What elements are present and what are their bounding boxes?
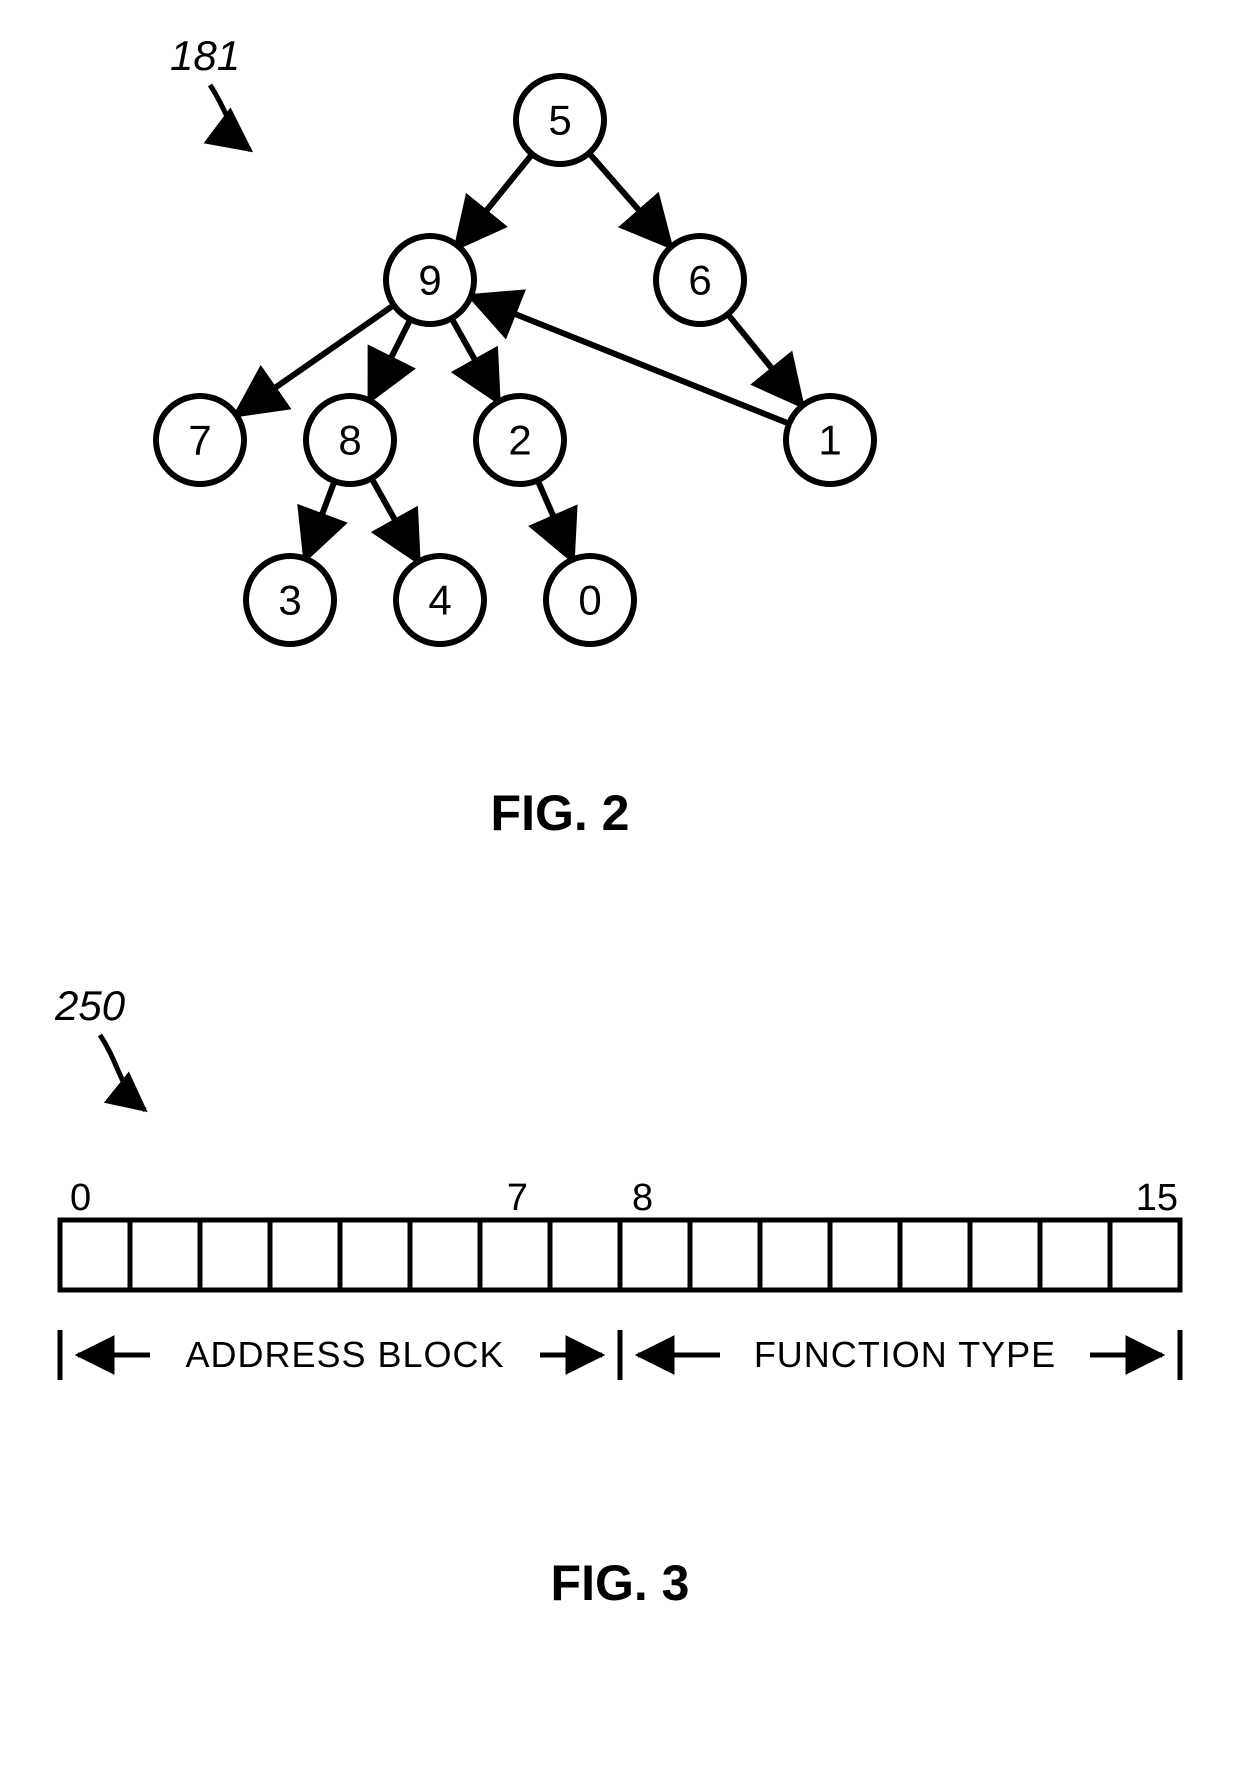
svg-text:6: 6 bbox=[688, 257, 711, 304]
svg-text:2: 2 bbox=[508, 417, 531, 464]
fig2-ref-label: 181 bbox=[170, 32, 240, 79]
node-8: 8 bbox=[306, 396, 394, 484]
svg-text:9: 9 bbox=[418, 257, 441, 304]
fig3-ref-arrow bbox=[100, 1035, 145, 1110]
node-5: 5 bbox=[516, 76, 604, 164]
bit-num-0: 0 bbox=[70, 1177, 91, 1219]
fig3-caption: FIG. 3 bbox=[551, 1555, 690, 1611]
address-block-label: ADDRESS BLOCK bbox=[185, 1334, 504, 1375]
svg-text:1: 1 bbox=[818, 417, 841, 464]
node-4: 4 bbox=[396, 556, 484, 644]
figure-2-graph: 181 5 9 6 7 8 2 bbox=[0, 0, 1240, 900]
edge-8-3 bbox=[305, 480, 335, 559]
fig3-ref-label: 250 bbox=[54, 982, 126, 1029]
node-1: 1 bbox=[786, 396, 874, 484]
fig2-caption: FIG. 2 bbox=[491, 785, 630, 841]
node-2: 2 bbox=[476, 396, 564, 484]
svg-text:0: 0 bbox=[578, 577, 601, 624]
bitfield-grid bbox=[60, 1220, 1180, 1290]
fig2-ref-arrow bbox=[210, 85, 250, 150]
edge-6-1 bbox=[728, 314, 803, 406]
bit-num-8: 8 bbox=[632, 1177, 653, 1219]
node-7: 7 bbox=[156, 396, 244, 484]
svg-text:8: 8 bbox=[338, 417, 361, 464]
edge-5-6 bbox=[589, 153, 671, 247]
edge-2-0 bbox=[537, 480, 572, 561]
node-9: 9 bbox=[386, 236, 474, 324]
svg-text:3: 3 bbox=[278, 577, 301, 624]
node-0: 0 bbox=[546, 556, 634, 644]
edge-9-8 bbox=[370, 319, 411, 400]
function-type-label: FUNCTION TYPE bbox=[754, 1334, 1056, 1375]
bit-num-7: 7 bbox=[507, 1177, 528, 1219]
node-6: 6 bbox=[656, 236, 744, 324]
edge-9-2 bbox=[451, 318, 498, 402]
svg-text:4: 4 bbox=[428, 577, 451, 624]
svg-text:5: 5 bbox=[548, 97, 571, 144]
edge-5-9 bbox=[456, 152, 534, 249]
svg-text:7: 7 bbox=[188, 417, 211, 464]
figure-3-bitfield: 250 0 7 8 15 ADDRESS BLOCK bbox=[0, 960, 1240, 1733]
bit-num-15: 15 bbox=[1136, 1177, 1178, 1219]
edge-8-4 bbox=[371, 478, 418, 562]
node-3: 3 bbox=[246, 556, 334, 644]
